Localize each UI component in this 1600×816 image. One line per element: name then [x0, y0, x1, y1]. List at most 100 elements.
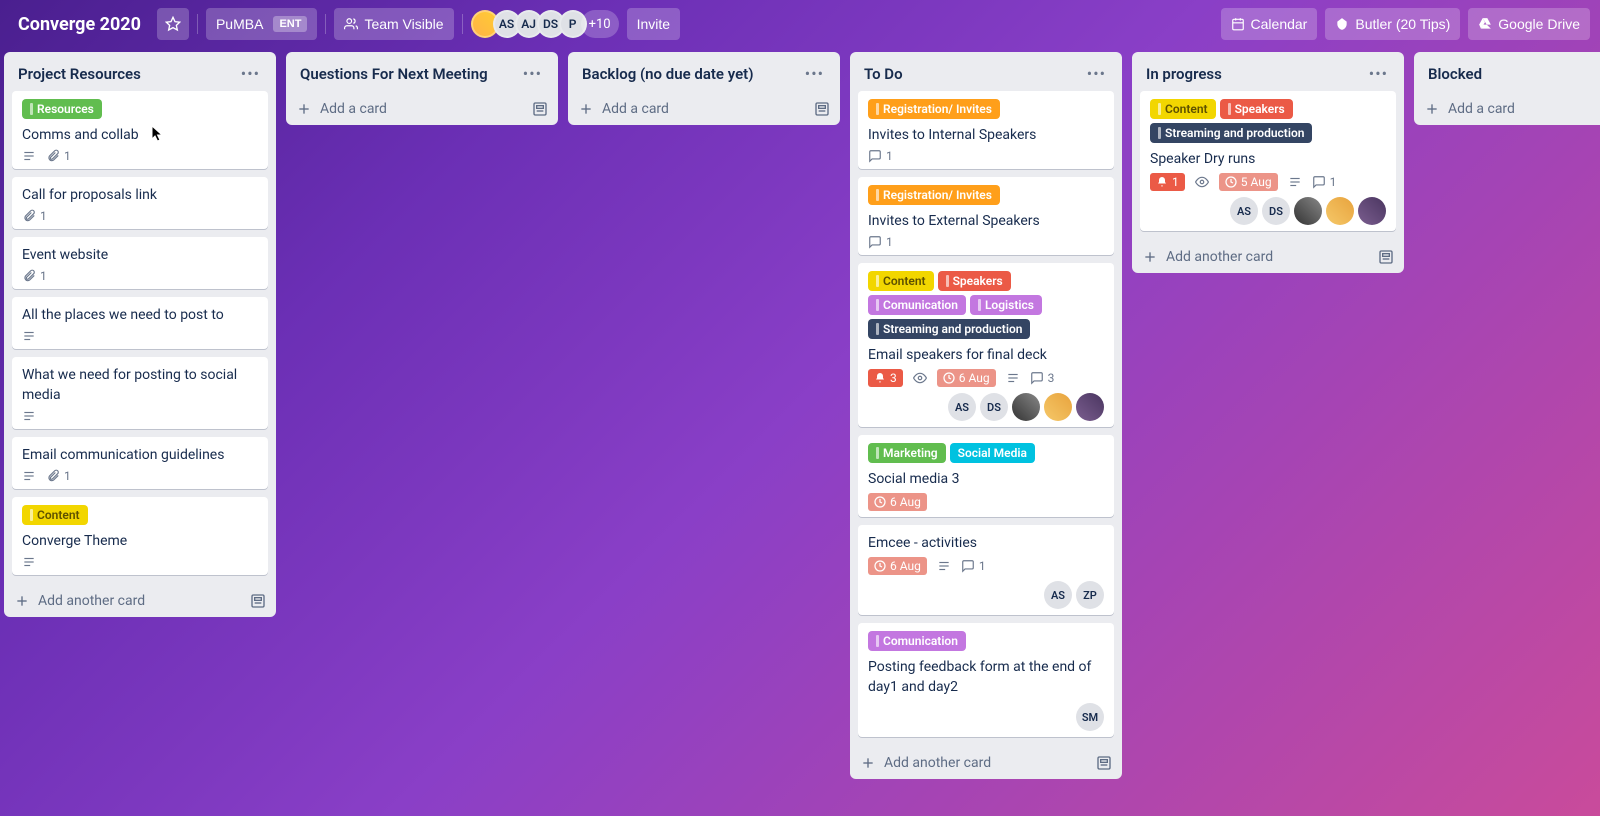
- card[interactable]: What we need for posting to social media: [12, 357, 268, 429]
- list-menu-button[interactable]: •••: [235, 62, 266, 85]
- card-title: Invites to External Speakers: [868, 211, 1104, 231]
- avatar[interactable]: AS: [1044, 581, 1072, 609]
- visibility-button[interactable]: Team Visible: [334, 8, 453, 40]
- avatar[interactable]: [1326, 197, 1354, 225]
- description-icon: [22, 409, 36, 423]
- card[interactable]: ContentSpeakersStreaming and productionS…: [1140, 91, 1396, 231]
- comment-icon: [1312, 175, 1326, 189]
- add-card-button[interactable]: Add another card: [1132, 241, 1404, 273]
- create-from-template-button[interactable]: [532, 101, 548, 117]
- star-button[interactable]: [157, 8, 189, 40]
- butler-icon: [1335, 17, 1349, 31]
- label-marketing[interactable]: Marketing: [868, 443, 946, 463]
- list-menu-button[interactable]: •••: [517, 62, 548, 85]
- avatar[interactable]: [1012, 393, 1040, 421]
- org-button[interactable]: PuMBA ENT: [206, 8, 317, 40]
- description-badge: [22, 149, 36, 163]
- avatar[interactable]: SM: [1076, 703, 1104, 731]
- add-card-button[interactable]: Add a card: [286, 93, 558, 125]
- card[interactable]: Registration/ InvitesInvites to Internal…: [858, 91, 1114, 169]
- list-title[interactable]: Backlog (no due date yet): [582, 65, 753, 83]
- calendar-button[interactable]: Calendar: [1221, 8, 1318, 40]
- label-registration[interactable]: Registration/ Invites: [868, 99, 1000, 119]
- label-social[interactable]: Social Media: [950, 443, 1035, 463]
- description-badge: [22, 409, 36, 423]
- comments-badge: 3: [1030, 371, 1055, 385]
- attachment-badge: 1: [46, 469, 71, 483]
- label-registration[interactable]: Registration/ Invites: [868, 185, 1000, 205]
- invite-button[interactable]: Invite: [627, 8, 680, 40]
- card[interactable]: All the places we need to post to: [12, 297, 268, 349]
- gdrive-button[interactable]: Google Drive: [1468, 8, 1590, 40]
- create-from-template-button[interactable]: [1096, 755, 1112, 771]
- card-title: Comms and collab: [22, 125, 258, 145]
- avatar[interactable]: DS: [1262, 197, 1290, 225]
- list-title[interactable]: Blocked: [1428, 65, 1482, 83]
- card[interactable]: Event website 1: [12, 237, 268, 289]
- avatar[interactable]: DS: [980, 393, 1008, 421]
- label-comunication[interactable]: Comunication: [868, 631, 966, 651]
- avatar[interactable]: [1294, 197, 1322, 225]
- avatar[interactable]: [1358, 197, 1386, 225]
- board-members: AS AJ DS P +10: [471, 10, 619, 38]
- add-card-button[interactable]: Add another card: [850, 747, 1122, 779]
- avatar[interactable]: AS: [1230, 197, 1258, 225]
- card-members: ASZP: [868, 581, 1104, 609]
- avatar[interactable]: AS: [948, 393, 976, 421]
- label-speakers[interactable]: Speakers: [1220, 99, 1293, 119]
- create-from-template-button[interactable]: [814, 101, 830, 117]
- create-from-template-button[interactable]: [1378, 249, 1394, 265]
- label-logistics[interactable]: Logistics: [970, 295, 1042, 315]
- list-title[interactable]: In progress: [1146, 65, 1222, 83]
- label-streaming[interactable]: Streaming and production: [868, 319, 1030, 339]
- template-icon: [814, 101, 830, 117]
- card[interactable]: MarketingSocial MediaSocial media 3 6 Au…: [858, 435, 1114, 517]
- card[interactable]: ContentConverge Theme: [12, 497, 268, 575]
- label-content[interactable]: Content: [1150, 99, 1216, 119]
- cards-container: Registration/ InvitesInvites to Internal…: [850, 89, 1122, 747]
- card[interactable]: ResourcesComms and collab 1: [12, 91, 268, 169]
- card[interactable]: Emcee - activities 6 Aug 1ASZP: [858, 525, 1114, 615]
- label-streaming[interactable]: Streaming and production: [1150, 123, 1312, 143]
- list-title[interactable]: Questions For Next Meeting: [300, 65, 488, 83]
- description-badge: [22, 329, 36, 343]
- card[interactable]: Email communication guidelines 1: [12, 437, 268, 489]
- card[interactable]: Call for proposals link 1: [12, 177, 268, 229]
- card-title: Email speakers for final deck: [868, 345, 1104, 365]
- watch-badge: [913, 371, 927, 385]
- label-speakers[interactable]: Speakers: [938, 271, 1011, 291]
- add-card-button[interactable]: Add another card: [4, 585, 276, 617]
- create-from-template-button[interactable]: [250, 593, 266, 609]
- card[interactable]: ContentSpeakers ComunicationLogistics Stre…: [858, 263, 1114, 427]
- divider: [325, 14, 326, 34]
- list-title[interactable]: Project Resources: [18, 65, 141, 83]
- card-members: SM: [868, 703, 1104, 731]
- description-icon: [22, 149, 36, 163]
- list-title[interactable]: To Do: [864, 65, 903, 83]
- plus-icon: [860, 755, 876, 771]
- attachment-badge: 1: [22, 269, 47, 283]
- list: To Do ••• Registration/ InvitesInvites t…: [850, 52, 1122, 779]
- more-members[interactable]: +10: [581, 10, 619, 38]
- label-content[interactable]: Content: [868, 271, 934, 291]
- list-menu-button[interactable]: •••: [799, 62, 830, 85]
- list-menu-button[interactable]: •••: [1363, 62, 1394, 85]
- list-menu-button[interactable]: •••: [1081, 62, 1112, 85]
- label-comunication[interactable]: Comunication: [868, 295, 966, 315]
- butler-button[interactable]: Butler (20 Tips): [1325, 8, 1460, 40]
- board-title[interactable]: Converge 2020: [10, 10, 149, 39]
- label-resources[interactable]: Resources: [22, 99, 102, 119]
- add-card-button[interactable]: Add a card: [568, 93, 840, 125]
- label-content[interactable]: Content: [22, 505, 88, 525]
- board-canvas: Project Resources ••• Resources Comms and…: [0, 48, 1600, 816]
- cards-container: Resources Comms and collab 1 Call for prop…: [4, 89, 276, 585]
- avatar[interactable]: [1044, 393, 1072, 421]
- avatar[interactable]: [1076, 393, 1104, 421]
- card[interactable]: ComunicationPosting feedback form at the…: [858, 623, 1114, 737]
- cards-container: ContentSpeakersStreaming and productionS…: [1132, 89, 1404, 241]
- avatar[interactable]: ZP: [1076, 581, 1104, 609]
- comments-badge: 1: [1312, 175, 1337, 189]
- card[interactable]: Registration/ Invites Invites to External…: [858, 177, 1114, 255]
- calendar-icon: [1231, 17, 1245, 31]
- add-card-button[interactable]: Add a card: [1414, 93, 1600, 125]
